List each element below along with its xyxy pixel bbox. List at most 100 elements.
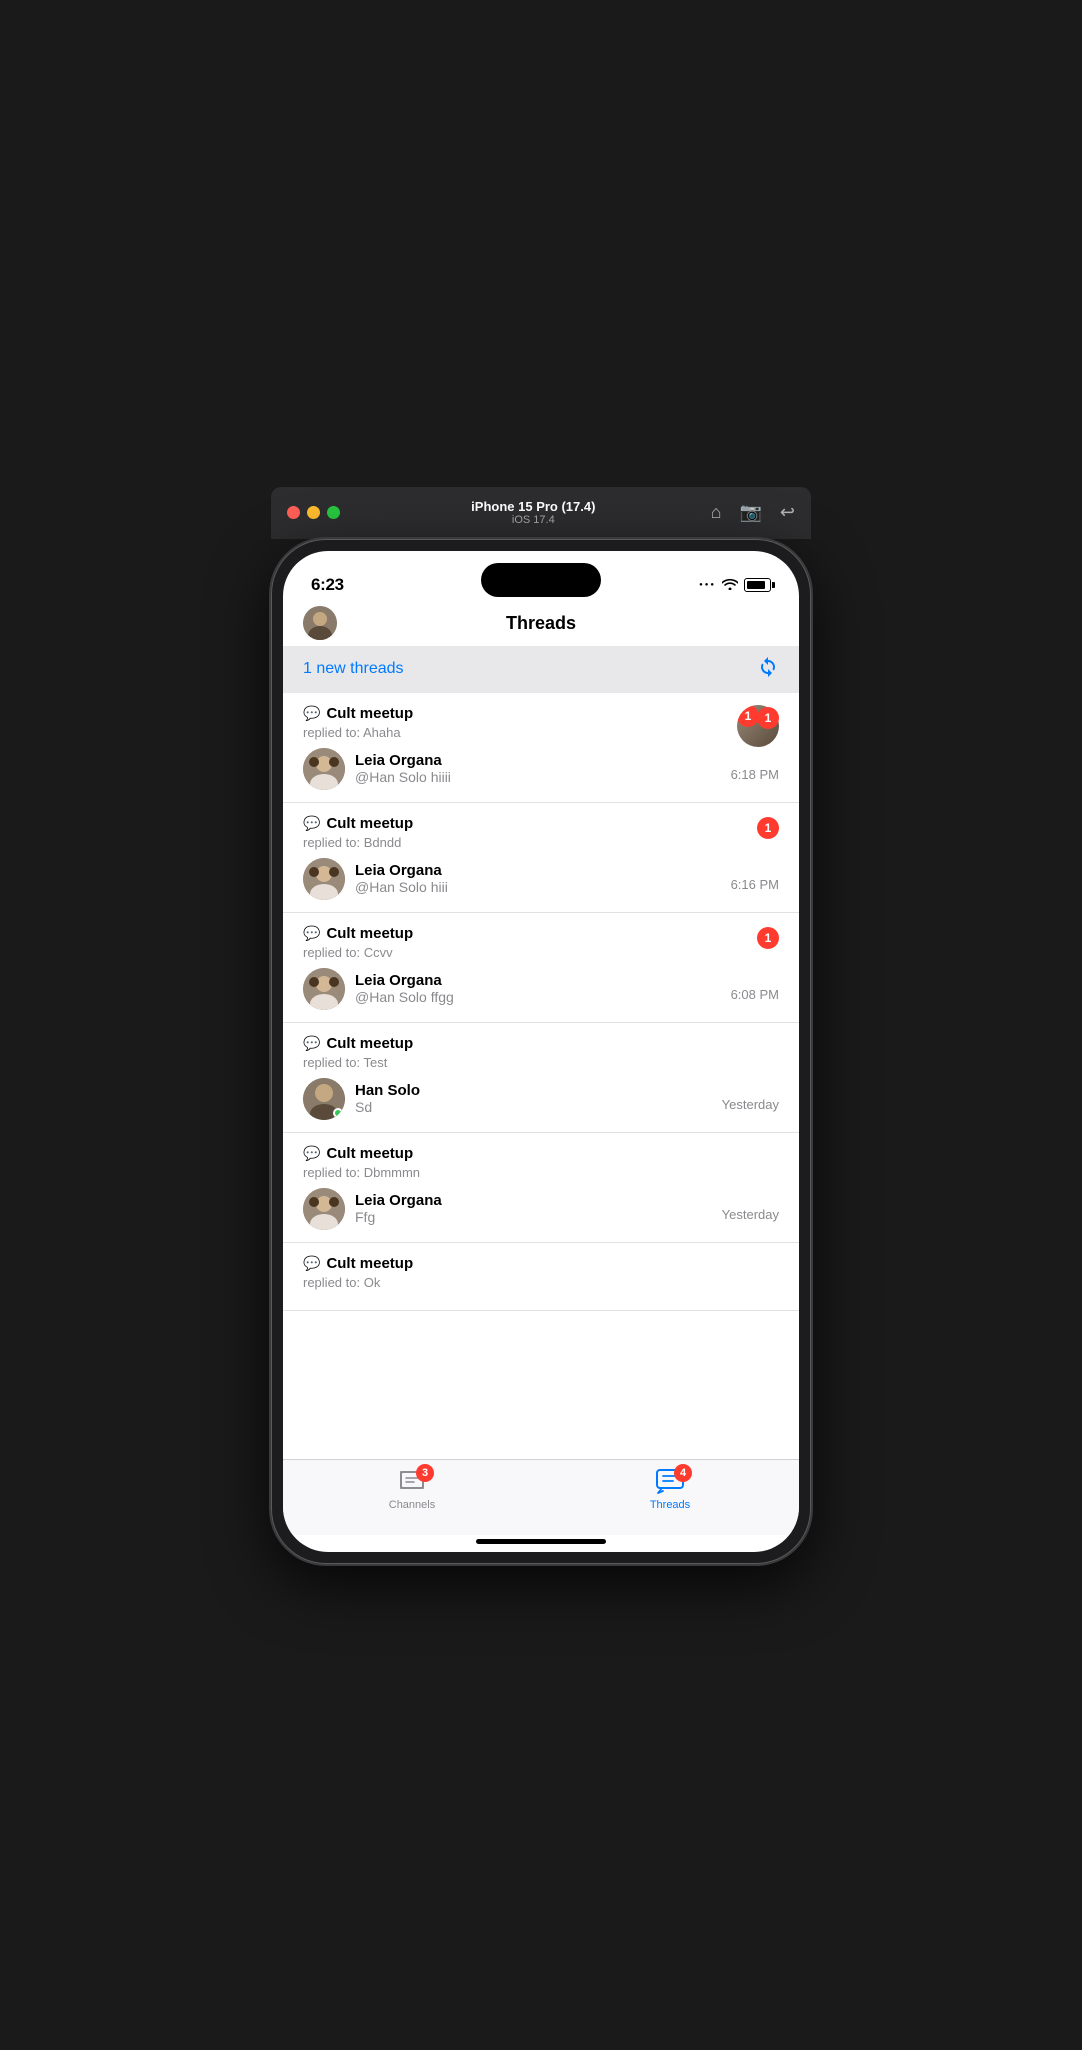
online-status-dot xyxy=(333,1108,343,1118)
nav-header: Threads xyxy=(283,605,799,646)
thread-header: 💬 Cult meetup xyxy=(303,1145,779,1162)
thread-header: 💬 Cult meetup xyxy=(303,705,779,722)
phone-frame: 6:23 ●●● xyxy=(271,539,811,1564)
thread-group-name: Cult meetup xyxy=(326,1035,413,1052)
maximize-button[interactable] xyxy=(327,506,340,519)
threads-icon-wrapper: 4 xyxy=(654,1468,686,1496)
channels-icon-wrapper: 3 xyxy=(396,1468,428,1496)
channels-tab-label: Channels xyxy=(389,1499,435,1511)
sender-avatar-han xyxy=(303,1078,345,1120)
sender-name: Leia Organa xyxy=(355,752,779,769)
thread-group-name: Cult meetup xyxy=(326,815,413,832)
tab-threads[interactable]: 4 Threads xyxy=(541,1468,799,1511)
sender-name: Leia Organa xyxy=(355,972,779,989)
chat-bubble-icon: 💬 xyxy=(303,1255,320,1272)
page-title: Threads xyxy=(506,613,576,634)
new-threads-banner[interactable]: 1 new threads xyxy=(283,646,799,693)
tab-bar: 3 Channels 4 Threads xyxy=(283,1459,799,1535)
thread-group-name: Cult meetup xyxy=(326,705,413,722)
unread-badge: 1 xyxy=(757,707,779,729)
message-text: @Han Solo hiii xyxy=(355,879,779,895)
message-time: Yesterday xyxy=(722,1097,779,1112)
chat-bubble-icon: 💬 xyxy=(303,1145,320,1162)
thread-reply-to: replied to: Test xyxy=(303,1055,779,1070)
thread-header: 💬 Cult meetup xyxy=(303,1035,779,1052)
thread-message: Leia Organa Ffg xyxy=(303,1188,779,1230)
thread-list: 💬 Cult meetup replied to: Ahaha 1 xyxy=(283,693,799,1459)
sender-avatar-leia xyxy=(303,748,345,790)
signal-dots-icon: ●●● xyxy=(699,582,716,588)
wifi-icon xyxy=(722,577,738,593)
status-icons: ●●● xyxy=(699,577,771,593)
thread-message: Han Solo Sd xyxy=(303,1078,779,1120)
thread-header: 💬 Cult meetup xyxy=(303,815,779,832)
traffic-lights xyxy=(287,506,340,519)
thread-message: Leia Organa @Han Solo hiii xyxy=(303,858,779,900)
message-time: 6:08 PM xyxy=(731,987,779,1002)
sender-name: Han Solo xyxy=(355,1082,779,1099)
threads-badge: 4 xyxy=(674,1464,692,1482)
unread-badge: 1 xyxy=(757,817,779,839)
thread-header: 💬 Cult meetup xyxy=(303,925,779,942)
message-time: Yesterday xyxy=(722,1207,779,1222)
thread-group-name: Cult meetup xyxy=(326,1255,413,1272)
channels-badge: 3 xyxy=(416,1464,434,1482)
thread-reply-to: replied to: Ahaha xyxy=(303,725,779,740)
thread-item[interactable]: 💬 Cult meetup replied to: Test xyxy=(283,1023,799,1133)
message-content: Leia Organa Ffg xyxy=(355,1192,779,1225)
thread-item[interactable]: 💬 Cult meetup replied to: Ahaha 1 xyxy=(283,693,799,803)
home-indicator xyxy=(476,1539,606,1544)
tab-channels[interactable]: 3 Channels xyxy=(283,1468,541,1511)
sender-name: Leia Organa xyxy=(355,862,779,879)
sender-avatar-leia xyxy=(303,858,345,900)
message-time: 6:18 PM xyxy=(731,767,779,782)
thread-item[interactable]: 💬 Cult meetup replied to: Ccvv xyxy=(283,913,799,1023)
message-time: 6:16 PM xyxy=(731,877,779,892)
message-content: Han Solo Sd xyxy=(355,1082,779,1115)
home-icon[interactable]: ⌂ xyxy=(711,502,722,523)
thread-item[interactable]: 💬 Cult meetup replied to: Bdndd xyxy=(283,803,799,913)
simulator-toolbar: iPhone 15 Pro (17.4) iOS 17.4 ⌂ 📷 ↩ xyxy=(271,487,811,539)
status-bar: 6:23 ●●● xyxy=(283,551,799,605)
chat-bubble-icon: 💬 xyxy=(303,925,320,942)
battery-icon xyxy=(744,578,771,592)
thread-reply-to: replied to: Ccvv xyxy=(303,945,779,960)
simulator-os: iOS 17.4 xyxy=(356,514,711,526)
sender-name: Leia Organa xyxy=(355,1192,779,1209)
refresh-icon[interactable] xyxy=(757,656,779,683)
message-content: Leia Organa @Han Solo hiiii xyxy=(355,752,779,785)
thread-message: Leia Organa @Han Solo ffgg xyxy=(303,968,779,1010)
close-button[interactable] xyxy=(287,506,300,519)
camera-icon[interactable]: 📷 xyxy=(739,502,761,523)
thread-reply-to: replied to: Dbmmmn xyxy=(303,1165,779,1180)
user-avatar[interactable] xyxy=(303,606,337,640)
thread-group-name: Cult meetup xyxy=(326,1145,413,1162)
thread-item[interactable]: 💬 Cult meetup replied to: Dbmmmn xyxy=(283,1133,799,1243)
thread-group-name: Cult meetup xyxy=(326,925,413,942)
thread-message: Leia Organa @Han Solo hiiii xyxy=(303,748,779,790)
thread-header: 💬 Cult meetup xyxy=(303,1255,779,1272)
message-text: @Han Solo ffgg xyxy=(355,989,779,1005)
simulator-toolbar-icons: ⌂ 📷 ↩ xyxy=(711,502,795,523)
sender-avatar-leia xyxy=(303,1188,345,1230)
chat-bubble-icon: 💬 xyxy=(303,815,320,832)
rotate-icon[interactable]: ↩ xyxy=(780,502,795,523)
simulator-title-group: iPhone 15 Pro (17.4) iOS 17.4 xyxy=(356,499,711,526)
sender-avatar-leia xyxy=(303,968,345,1010)
thread-reply-to: replied to: Bdndd xyxy=(303,835,779,850)
chat-bubble-icon: 💬 xyxy=(303,705,320,722)
status-time: 6:23 xyxy=(311,575,344,595)
thread-reply-to: replied to: Ok xyxy=(303,1275,779,1290)
thread-item[interactable]: 💬 Cult meetup replied to: Ok xyxy=(283,1243,799,1311)
minimize-button[interactable] xyxy=(307,506,320,519)
message-content: Leia Organa @Han Solo hiii xyxy=(355,862,779,895)
message-text: @Han Solo hiiii xyxy=(355,769,779,785)
message-text: Sd xyxy=(355,1099,779,1115)
message-text: Ffg xyxy=(355,1209,779,1225)
chat-bubble-icon: 💬 xyxy=(303,1035,320,1052)
message-content: Leia Organa @Han Solo ffgg xyxy=(355,972,779,1005)
phone-screen: 6:23 ●●● xyxy=(283,551,799,1552)
threads-tab-label: Threads xyxy=(650,1499,690,1511)
unread-badge: 1 xyxy=(757,927,779,949)
dynamic-island xyxy=(481,563,601,597)
